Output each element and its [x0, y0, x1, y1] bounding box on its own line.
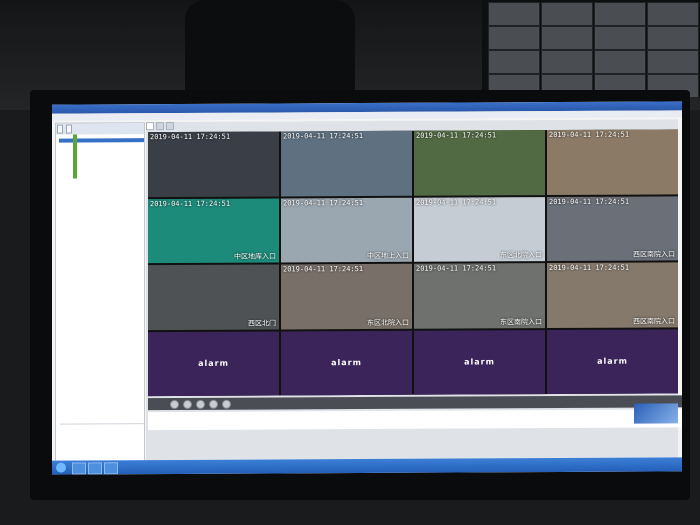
taskbar-app-icon[interactable] — [72, 462, 86, 475]
background-camera-cell — [647, 26, 699, 50]
background-camera-cell — [541, 26, 593, 50]
alarm-label: alarm — [198, 358, 229, 369]
background-camera-cell — [541, 2, 593, 26]
vendor-logo — [634, 403, 678, 424]
camera-tile[interactable]: 2019-04-11 17:24:51 — [281, 130, 412, 196]
preview-tab[interactable] — [146, 122, 154, 131]
device-toolbar — [56, 123, 144, 135]
camera-name: 西区北门 — [248, 318, 276, 328]
camera-timestamp: 2019-04-11 17:24:51 — [150, 199, 231, 208]
device-tree — [56, 134, 144, 179]
toolbar-button[interactable] — [66, 124, 72, 134]
camera-name: 中区地库入口 — [234, 252, 276, 261]
preview-tab[interactable] — [166, 122, 174, 131]
alarm-tile[interactable]: alarm — [414, 329, 545, 395]
camera-grid: 2019-04-11 17:24:51 2019-04-11 17:24:51 20… — [148, 129, 678, 397]
playback-control-button[interactable] — [183, 399, 192, 409]
toolbar-button[interactable] — [57, 124, 63, 134]
taskbar-app-icon[interactable] — [104, 462, 118, 475]
background-camera-cell — [647, 50, 699, 74]
status-bar — [148, 409, 682, 431]
background-camera-cell — [488, 26, 540, 50]
camera-name: 东区南院入口 — [500, 317, 542, 326]
preview-tabs — [146, 119, 678, 131]
alarm-record-panel — [60, 423, 144, 459]
camera-name: 西区南院入口 — [633, 250, 675, 259]
background-camera-cell — [488, 50, 540, 74]
camera-timestamp: 2019-04-11 17:24:51 — [283, 132, 364, 141]
alarm-tile[interactable]: alarm — [547, 328, 678, 395]
camera-timestamp: 2019-04-11 17:24:51 — [416, 264, 497, 273]
background-camera-cell — [541, 50, 593, 74]
camera-name: 中区地上入口 — [367, 251, 409, 260]
camera-tile[interactable]: 2019-04-11 17:24:51 东区南院入口 — [414, 263, 545, 329]
background-camera-cell — [647, 2, 699, 26]
monitor-screen: 2019-04-11 17:24:51 2019-04-11 17:24:51 20… — [52, 101, 682, 475]
camera-tile[interactable]: 2019-04-11 17:24:51 中区地上入口 — [281, 197, 412, 263]
camera-name: 东区北院入口 — [500, 251, 542, 260]
tree-camera-item[interactable] — [59, 174, 144, 179]
camera-timestamp: 2019-04-11 17:24:51 — [549, 263, 630, 273]
device-panel — [55, 122, 145, 465]
person-silhouette — [185, 0, 355, 100]
camera-tile[interactable]: 2019-04-11 17:24:51 西区南院入口 — [547, 195, 678, 262]
preview-area: 2019-04-11 17:24:51 2019-04-11 17:24:51 20… — [146, 119, 682, 463]
camera-tile[interactable]: 西区北门 — [148, 264, 279, 330]
start-button[interactable] — [56, 462, 66, 473]
playback-control-button[interactable] — [222, 399, 231, 409]
camera-name: 西区南院入口 — [633, 316, 675, 326]
background-camera-cell — [594, 2, 646, 26]
playback-controls — [148, 395, 682, 411]
camera-tile[interactable]: 2019-04-11 17:24:51 西区南院入口 — [547, 262, 678, 328]
camera-name: 东区北院入口 — [367, 318, 409, 327]
camera-tile[interactable]: 2019-04-11 17:24:51 — [414, 130, 545, 196]
alarm-label: alarm — [331, 358, 362, 368]
playback-control-button[interactable] — [209, 399, 218, 409]
playback-control-button[interactable] — [196, 399, 205, 409]
background-monitor-wall — [482, 0, 700, 98]
camera-timestamp: 2019-04-11 17:24:51 — [549, 197, 630, 206]
background-camera-cell — [594, 50, 646, 74]
alarm-label: alarm — [597, 356, 628, 367]
taskbar-app-icon[interactable] — [88, 462, 102, 475]
camera-timestamp: 2019-04-11 17:24:51 — [549, 130, 630, 140]
camera-tile[interactable]: 2019-04-11 17:24:51 — [547, 129, 678, 195]
preview-tab[interactable] — [156, 122, 164, 131]
alarm-tile[interactable]: alarm — [281, 330, 412, 396]
camera-tile[interactable]: 2019-04-11 17:24:51 东区北院入口 — [281, 263, 412, 329]
camera-tile[interactable]: 2019-04-11 17:24:51 — [148, 131, 279, 197]
alarm-tile[interactable]: alarm — [148, 330, 279, 397]
camera-icon — [73, 174, 77, 179]
background-camera-cell — [594, 26, 646, 50]
camera-timestamp: 2019-04-11 17:24:51 — [416, 131, 497, 140]
playback-control-button[interactable] — [170, 399, 179, 409]
camera-timestamp: 2019-04-11 17:24:51 — [283, 265, 364, 274]
camera-tile[interactable]: 2019-04-11 17:24:51 中区地库入口 — [148, 197, 279, 264]
camera-timestamp: 2019-04-11 17:24:51 — [283, 198, 364, 207]
camera-timestamp: 2019-04-11 17:24:51 — [150, 132, 231, 142]
alarm-label: alarm — [464, 357, 495, 367]
background-camera-cell — [488, 2, 540, 26]
camera-timestamp: 2019-04-11 17:24:51 — [416, 197, 497, 207]
camera-tile[interactable]: 2019-04-11 17:24:51 东区北院入口 — [414, 196, 545, 262]
